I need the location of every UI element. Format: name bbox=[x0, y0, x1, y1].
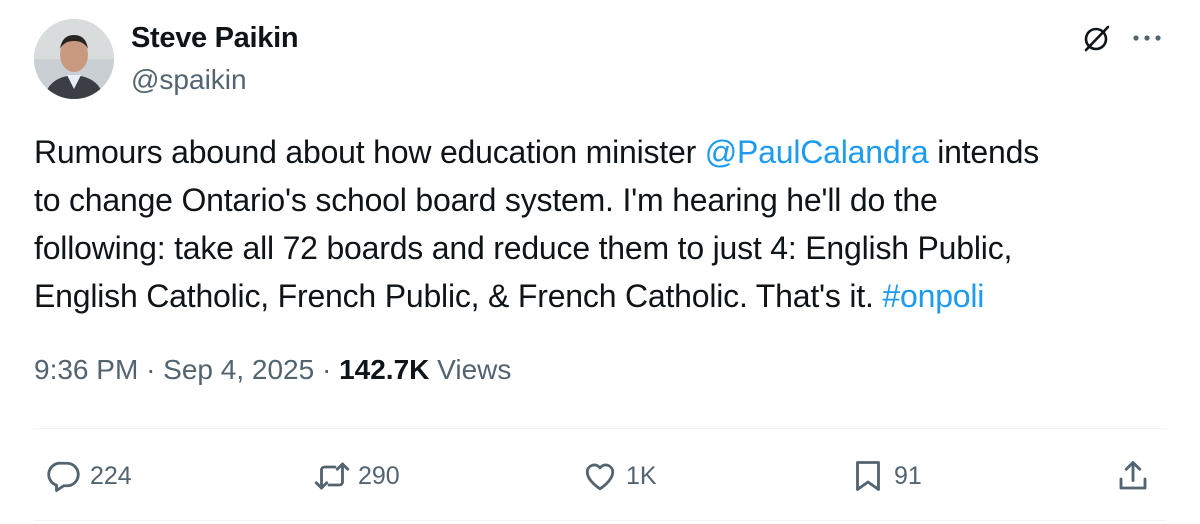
repost-count: 290 bbox=[358, 461, 400, 490]
tweet-text-segment: intends bbox=[928, 134, 1039, 170]
author-handle[interactable]: @spaikin bbox=[131, 64, 247, 96]
like-button[interactable]: 1K bbox=[582, 456, 657, 496]
mention-link[interactable]: @PaulCalandra bbox=[705, 134, 929, 170]
author-display-name[interactable]: Steve Paikin bbox=[131, 22, 299, 55]
reply-count: 224 bbox=[90, 461, 132, 490]
hashtag-link[interactable]: #onpoli bbox=[882, 278, 984, 314]
meta-separator: · bbox=[146, 354, 156, 385]
divider bbox=[34, 520, 1166, 521]
divider bbox=[34, 428, 1166, 429]
heart-icon bbox=[585, 463, 615, 491]
tweet-text-segment: to change Ontario's school board system.… bbox=[34, 182, 938, 218]
reply-button[interactable]: 224 bbox=[46, 456, 132, 496]
tweet-meta: 9:36 PM · Sep 4, 2025 · 142.7K Views bbox=[34, 354, 511, 386]
bookmark-icon bbox=[856, 461, 880, 491]
grok-icon[interactable] bbox=[1079, 22, 1113, 56]
views-count: 142.7K bbox=[339, 354, 430, 385]
views-label: Views bbox=[437, 354, 512, 385]
tweet-text: Rumours abound about how education minis… bbox=[34, 128, 1174, 320]
tweet-date[interactable]: Sep 4, 2025 bbox=[163, 354, 314, 385]
tweet-line: following: take all 72 boards and reduce… bbox=[34, 224, 1174, 272]
tweet-text-segment: English Catholic, French Public, & Frenc… bbox=[34, 278, 883, 314]
tweet-line: Rumours abound about how education minis… bbox=[34, 128, 1174, 176]
more-icon[interactable] bbox=[1130, 28, 1164, 48]
tweet-time[interactable]: 9:36 PM bbox=[34, 354, 138, 385]
bookmark-count: 91 bbox=[894, 461, 922, 490]
share-icon bbox=[1119, 461, 1147, 490]
bookmark-button[interactable]: 91 bbox=[850, 456, 922, 496]
tweet-text-segment: following: take all 72 boards and reduce… bbox=[34, 230, 1013, 266]
repost-button[interactable]: 290 bbox=[314, 456, 400, 496]
share-button[interactable] bbox=[1115, 456, 1159, 496]
avatar-photo bbox=[34, 19, 114, 99]
reply-icon bbox=[47, 461, 80, 492]
tweet-text-segment: Rumours abound about how education minis… bbox=[34, 134, 705, 170]
tweet-line: English Catholic, French Public, & Frenc… bbox=[34, 272, 1174, 320]
repost-icon bbox=[314, 462, 350, 490]
avatar[interactable] bbox=[34, 19, 114, 99]
like-count: 1K bbox=[626, 461, 657, 490]
meta-separator: · bbox=[321, 354, 332, 385]
tweet-line: to change Ontario's school board system.… bbox=[34, 176, 1174, 224]
